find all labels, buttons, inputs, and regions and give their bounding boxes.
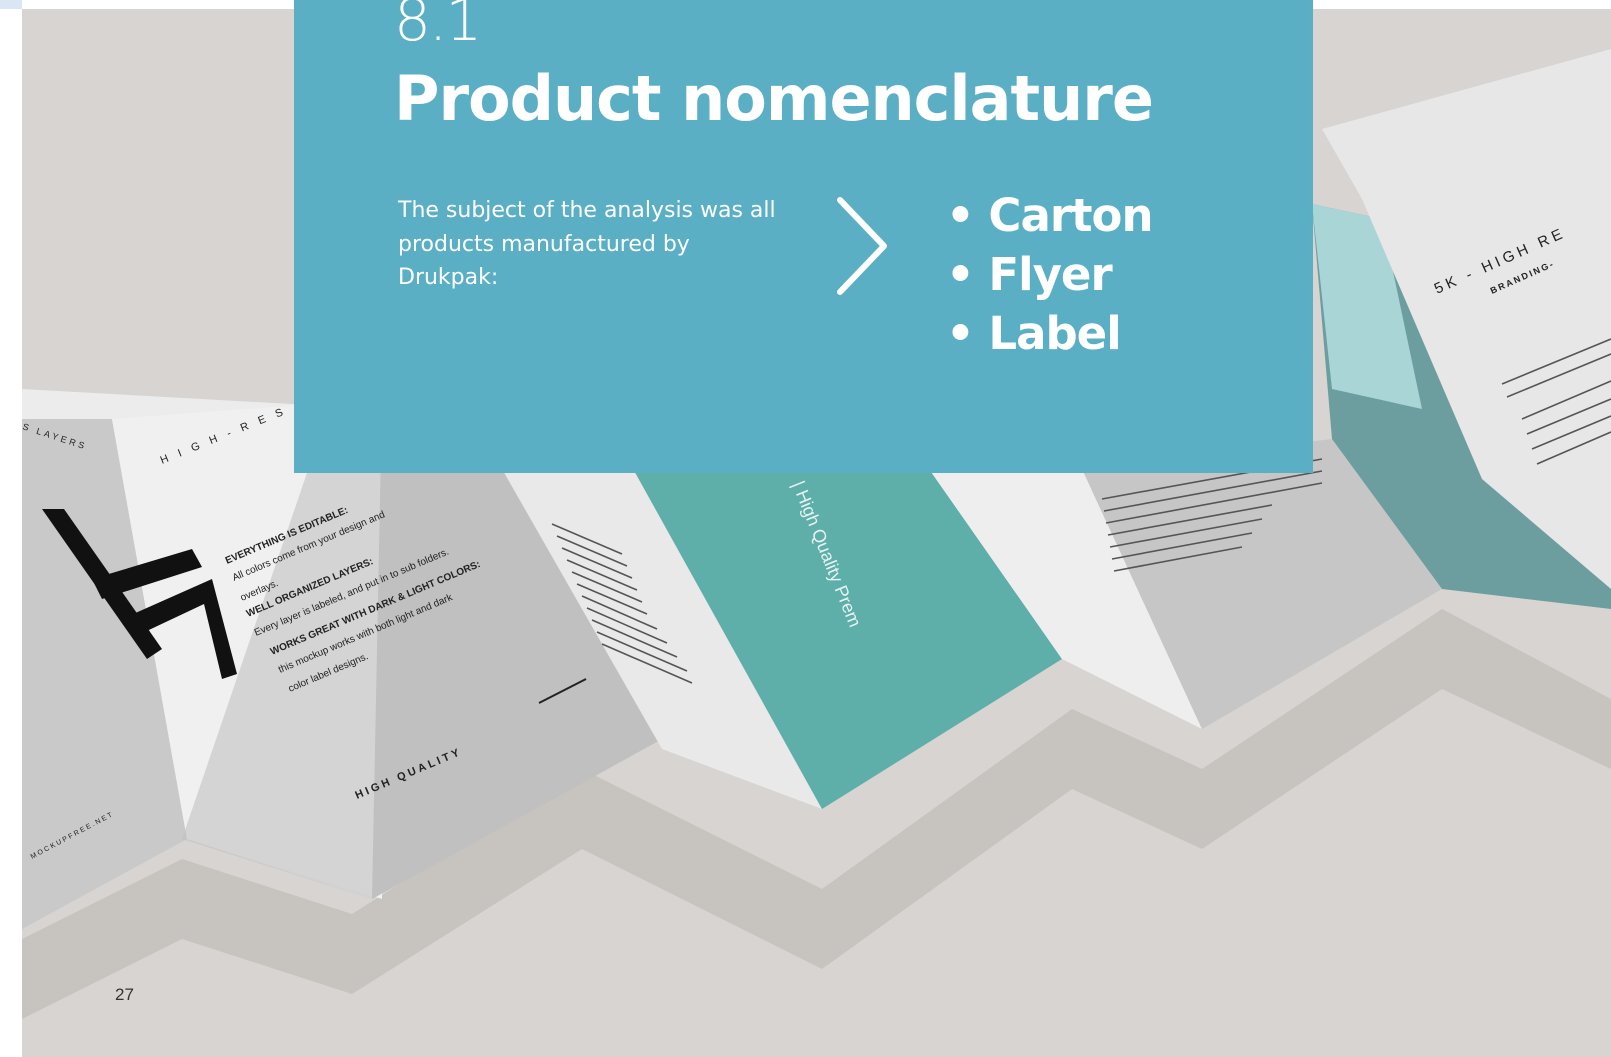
page-corner-mark bbox=[0, 0, 22, 9]
section-panel: 8.1 Product nomenclature The subject of … bbox=[294, 0, 1313, 473]
page-number: 27 bbox=[115, 985, 134, 1004]
product-item-carton: • Carton bbox=[946, 189, 1153, 242]
product-list: • Carton • Flyer • Label bbox=[946, 186, 1153, 363]
section-intro-text: The subject of the analysis was all prod… bbox=[398, 198, 776, 290]
section-title: Product nomenclature bbox=[394, 62, 1154, 135]
chevron-right-icon bbox=[837, 197, 887, 295]
page-left-margin bbox=[0, 0, 22, 1057]
product-item-label: • Label bbox=[946, 307, 1122, 360]
product-item-flyer: • Flyer bbox=[946, 248, 1113, 301]
section-number: 8.1 bbox=[394, 0, 482, 54]
